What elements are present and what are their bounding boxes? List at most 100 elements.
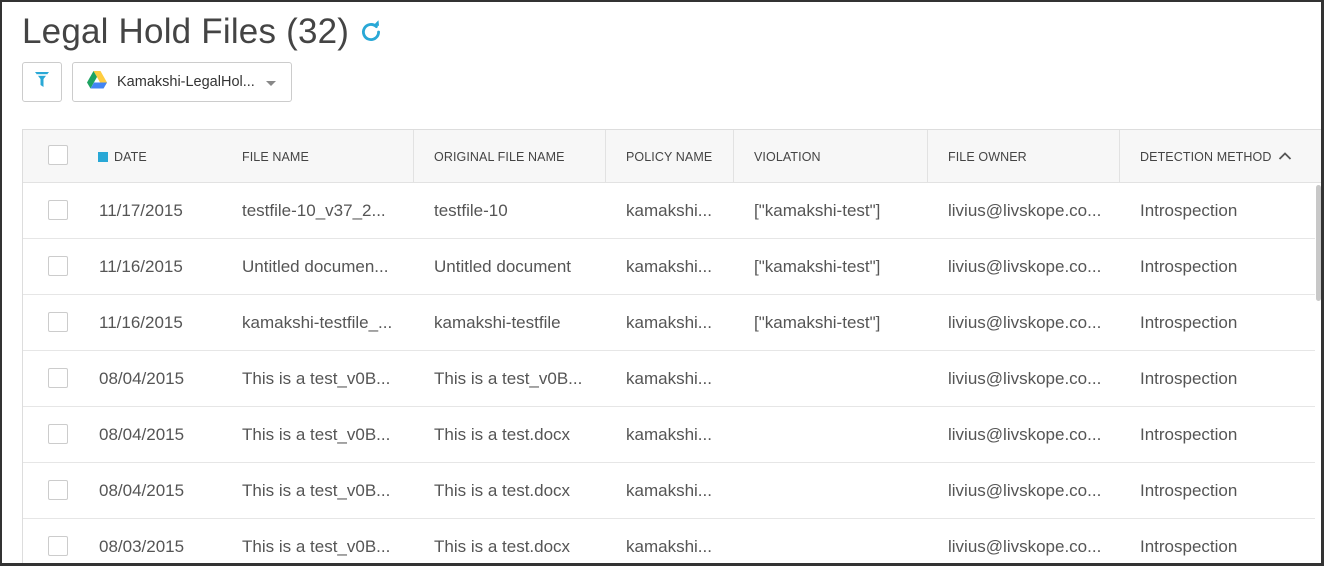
cell-text: kamakshi...: [626, 481, 712, 500]
files-table: DATE FILE NAME ORIGINAL FILE NAME POLICY…: [22, 129, 1321, 563]
column-header-violation[interactable]: VIOLATION: [733, 130, 927, 183]
cell-file-owner: livius@livskope.co...: [948, 351, 1118, 407]
column-header-label: FILE NAME: [242, 149, 309, 164]
cell-file-owner: livius@livskope.co...: [948, 183, 1118, 239]
cell-text: 08/03/2015: [99, 537, 185, 556]
scrollbar-thumb[interactable]: [1316, 185, 1321, 301]
cell-text: Introspection: [1140, 313, 1238, 332]
column-header-file-owner[interactable]: FILE OWNER: [927, 130, 1119, 183]
cell-policy-name: kamakshi...: [626, 407, 726, 463]
cell-date: 08/03/2015: [99, 519, 229, 563]
cell-detection-method: Introspection: [1140, 463, 1305, 519]
cell-text: livius@livskope.co...: [948, 369, 1102, 388]
cell-file-owner: livius@livskope.co...: [948, 295, 1118, 351]
cell-violation: [754, 519, 924, 563]
cell-text: kamakshi...: [626, 201, 712, 220]
cell-text: kamakshi-testfile_...: [242, 313, 393, 332]
cell-text: This is a test_v0B...: [242, 481, 391, 500]
column-header-label: DETECTION METHOD: [1140, 149, 1272, 164]
filter-icon: [35, 71, 49, 93]
chevron-up-icon[interactable]: [1275, 146, 1295, 166]
cell-text: livius@livskope.co...: [948, 201, 1102, 220]
row-checkbox[interactable]: [48, 536, 68, 556]
cell-text: kamakshi-testfile: [434, 313, 561, 332]
page-title: Legal Hold Files (32): [22, 12, 350, 51]
cell-text: testfile-10: [434, 201, 508, 220]
cell-violation: [754, 407, 924, 463]
google-drive-icon: [87, 70, 107, 94]
column-header-detection-method[interactable]: DETECTION METHOD: [1119, 130, 1299, 183]
column-header-date[interactable]: DATE: [98, 130, 233, 183]
select-all-checkbox[interactable]: [48, 145, 68, 165]
cell-text: Introspection: [1140, 257, 1238, 276]
cell-violation: [754, 351, 924, 407]
toolbar: Kamakshi-LegalHol...: [22, 62, 292, 102]
row-checkbox[interactable]: [48, 368, 68, 388]
row-checkbox[interactable]: [48, 480, 68, 500]
cell-date: 08/04/2015: [99, 463, 229, 519]
cell-text: ["kamakshi-test"]: [754, 201, 881, 220]
cell-text: 08/04/2015: [99, 481, 185, 500]
sort-indicator-icon: [98, 151, 108, 162]
refresh-icon[interactable]: [357, 18, 385, 46]
cell-text: livius@livskope.co...: [948, 481, 1102, 500]
cell-file-name: This is a test_v0B...: [242, 407, 402, 463]
column-header-label: ORIGINAL FILE NAME: [434, 149, 565, 164]
filter-button[interactable]: [22, 62, 62, 102]
cell-violation: ["kamakshi-test"]: [754, 295, 924, 351]
cell-text: livius@livskope.co...: [948, 313, 1102, 332]
table-header: DATE FILE NAME ORIGINAL FILE NAME POLICY…: [23, 130, 1321, 183]
cell-original-file-name: testfile-10: [434, 183, 604, 239]
cell-date: 08/04/2015: [99, 351, 229, 407]
cell-text: 11/17/2015: [99, 201, 183, 220]
cell-text: This is a test_v0B...: [242, 369, 391, 388]
table-row[interactable]: 08/04/2015 This is a test_v0B... This is a…: [23, 463, 1315, 519]
cell-policy-name: kamakshi...: [626, 183, 726, 239]
cell-file-name: This is a test_v0B...: [242, 351, 402, 407]
cell-file-owner: livius@livskope.co...: [948, 407, 1118, 463]
cell-original-file-name: This is a test.docx: [434, 463, 604, 519]
table-row[interactable]: 08/04/2015 This is a test_v0B... This is a…: [23, 407, 1315, 463]
cell-text: This is a test_v0B...: [242, 425, 391, 444]
cell-file-owner: livius@livskope.co...: [948, 239, 1118, 295]
vertical-scrollbar[interactable]: [1315, 183, 1321, 563]
table-row[interactable]: 11/16/2015 kamakshi-testfile_... kamakshi-…: [23, 295, 1315, 351]
cell-text: kamakshi...: [626, 313, 712, 332]
cell-text: kamakshi...: [626, 425, 712, 444]
column-header-policy-name[interactable]: POLICY NAME: [605, 130, 733, 183]
cell-text: 08/04/2015: [99, 425, 185, 444]
table-row[interactable]: 08/03/2015 This is a test_v0B... This is a…: [23, 519, 1315, 563]
cell-text: kamakshi...: [626, 537, 712, 556]
cell-text: ["kamakshi-test"]: [754, 313, 881, 332]
cell-date: 08/04/2015: [99, 407, 229, 463]
app-selector[interactable]: Kamakshi-LegalHol...: [72, 62, 292, 102]
cell-original-file-name: Untitled document: [434, 239, 604, 295]
cell-date: 11/16/2015: [99, 295, 229, 351]
cell-policy-name: kamakshi...: [626, 463, 726, 519]
column-header-label: FILE OWNER: [948, 149, 1027, 164]
cell-file-name: This is a test_v0B...: [242, 463, 402, 519]
cell-policy-name: kamakshi...: [626, 351, 726, 407]
table-row[interactable]: 08/04/2015 This is a test_v0B... This is a…: [23, 351, 1315, 407]
table-row[interactable]: 11/17/2015 testfile-10_v37_2... testfile-1…: [23, 183, 1315, 239]
table-row[interactable]: 11/16/2015 Untitled documen... Untitled do…: [23, 239, 1315, 295]
cell-text: 08/04/2015: [99, 369, 185, 388]
cell-text: livius@livskope.co...: [948, 257, 1102, 276]
cell-text: livius@livskope.co...: [948, 425, 1102, 444]
cell-text: ["kamakshi-test"]: [754, 257, 881, 276]
column-header-file-name[interactable]: FILE NAME: [242, 130, 414, 183]
chevron-down-icon: [266, 81, 276, 86]
cell-detection-method: Introspection: [1140, 295, 1305, 351]
cell-violation: [754, 463, 924, 519]
table-body: 11/17/2015 testfile-10_v37_2... testfile-1…: [23, 183, 1315, 563]
cell-file-owner: livius@livskope.co...: [948, 463, 1118, 519]
row-checkbox[interactable]: [48, 200, 68, 220]
cell-file-name: testfile-10_v37_2...: [242, 183, 402, 239]
column-header-original-file-name[interactable]: ORIGINAL FILE NAME: [413, 130, 605, 183]
row-checkbox[interactable]: [48, 312, 68, 332]
cell-text: testfile-10_v37_2...: [242, 201, 386, 220]
row-checkbox[interactable]: [48, 424, 68, 444]
cell-date: 11/17/2015: [99, 183, 229, 239]
row-checkbox[interactable]: [48, 256, 68, 276]
cell-text: Introspection: [1140, 537, 1238, 556]
